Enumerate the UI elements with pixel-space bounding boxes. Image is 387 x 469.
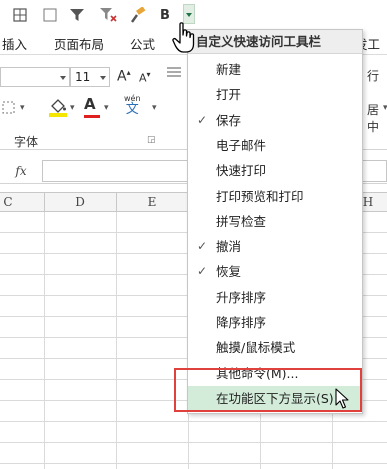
grow-font-label: A <box>117 68 127 85</box>
font-size-combobox[interactable]: 11 <box>70 67 110 87</box>
row-line <box>0 463 387 464</box>
tab-page-layout[interactable]: 页面布局 <box>54 34 104 53</box>
border-dropdown-button[interactable] <box>2 101 16 119</box>
menu-item-label: 打开 <box>216 87 242 103</box>
menu-item[interactable]: 降序排序 <box>188 310 362 335</box>
hand-cursor-icon <box>172 22 198 57</box>
chevron-down-icon[interactable]: ▾ <box>70 103 75 113</box>
font-size-value: 11 <box>75 70 91 84</box>
insert-function-button[interactable]: fx <box>6 161 36 181</box>
menu-item[interactable]: ✓ 保存 <box>188 108 362 133</box>
column-header-e[interactable]: E <box>116 195 188 209</box>
menu-item[interactable]: ✓ 恢复 <box>188 259 362 284</box>
menu-item[interactable]: 新建 <box>188 57 362 82</box>
format-painter-icon[interactable] <box>128 5 148 25</box>
customize-qat-dropdown-button[interactable] <box>183 4 195 24</box>
menu-item-label: 新建 <box>216 62 242 77</box>
chevron-down-icon[interactable]: ▾ <box>152 103 157 113</box>
font-color-letter: A <box>84 95 96 113</box>
menu-item[interactable]: ✓ 撤消 <box>188 234 362 259</box>
check-icon: ✓ <box>197 239 208 254</box>
tab-insert[interactable]: 插入 <box>2 34 27 53</box>
menu-item[interactable]: 升序排序 <box>188 285 362 310</box>
col-line <box>116 212 117 469</box>
font-color-bar <box>84 115 100 118</box>
shrink-font-button[interactable]: A▾ <box>139 70 151 85</box>
row-line <box>0 421 387 422</box>
chevron-down-icon[interactable] <box>100 76 106 80</box>
menu-item[interactable]: 拼写检查 <box>188 209 362 234</box>
column-header-c[interactable]: C <box>0 195 44 209</box>
phonetic-guide-button[interactable]: wén 文 <box>124 93 141 117</box>
font-group-label: 字体 <box>14 135 39 149</box>
check-icon: ✓ <box>197 112 208 127</box>
shrink-font-label: A <box>139 71 147 85</box>
sort-icon[interactable] <box>42 5 58 25</box>
chevron-down-icon[interactable]: ▾ <box>20 103 25 113</box>
menu-item-label: 电子邮件 <box>216 137 267 153</box>
menu-item-label: 拼写检查 <box>216 213 267 229</box>
chevron-down-icon[interactable] <box>60 76 66 80</box>
col-line <box>44 212 45 469</box>
menu-item-label: 触摸/鼠标模式 <box>216 340 296 356</box>
menu-item[interactable]: 快速打印 <box>188 158 362 183</box>
menu-item-label: 恢复 <box>216 264 242 280</box>
font-name-combobox[interactable] <box>0 67 70 87</box>
menu-item[interactable]: 打印预览和打印 <box>188 184 362 209</box>
bold-button[interactable]: B <box>158 5 172 25</box>
menu-item-label: 降序排序 <box>216 315 267 330</box>
tab-formulas[interactable]: 公式 <box>130 34 155 53</box>
column-header-d[interactable]: D <box>44 195 116 209</box>
menu-title: 自定义快速访问工具栏 <box>188 30 362 54</box>
fill-color-button[interactable] <box>48 97 68 121</box>
clear-filter-icon[interactable] <box>98 5 118 25</box>
font-color-button[interactable]: A <box>84 95 100 118</box>
grow-font-button[interactable]: A▴ <box>117 68 131 85</box>
phonetic-char: 文 <box>125 102 139 117</box>
customize-qat-menu: 自定义快速访问工具栏 新建打开 ✓ 保存电子邮件快速打印打印预览和打印 拼写检查 ✓ 撤消… <box>187 29 363 414</box>
menu-item-label: 保存 <box>216 112 242 128</box>
menu-item-label: 撤消 <box>216 239 242 255</box>
align-lines-icon[interactable] <box>166 65 182 83</box>
menu-item-label: 快速打印 <box>216 163 267 179</box>
menu-item[interactable]: 打开 <box>188 82 362 107</box>
chevron-down-icon[interactable]: ▾ <box>383 103 387 113</box>
row-line <box>0 442 387 443</box>
menu-item-label: 打印预览和打印 <box>216 188 304 204</box>
menu-item[interactable]: 触摸/鼠标模式 <box>188 335 362 360</box>
font-dialog-launcher-icon[interactable]: ◲ <box>147 135 156 145</box>
table-icon[interactable] <box>12 5 28 25</box>
menu-item-label: 升序排序 <box>216 289 267 305</box>
arrow-cursor-icon <box>335 388 349 413</box>
wrap-text-button[interactable]: 行 <box>367 67 379 84</box>
chevron-down-icon[interactable]: ▾ <box>104 103 109 113</box>
menu-item[interactable]: 电子邮件 <box>188 133 362 158</box>
check-icon: ✓ <box>197 264 208 279</box>
filter-icon[interactable] <box>68 5 86 25</box>
highlight-box <box>174 368 362 412</box>
